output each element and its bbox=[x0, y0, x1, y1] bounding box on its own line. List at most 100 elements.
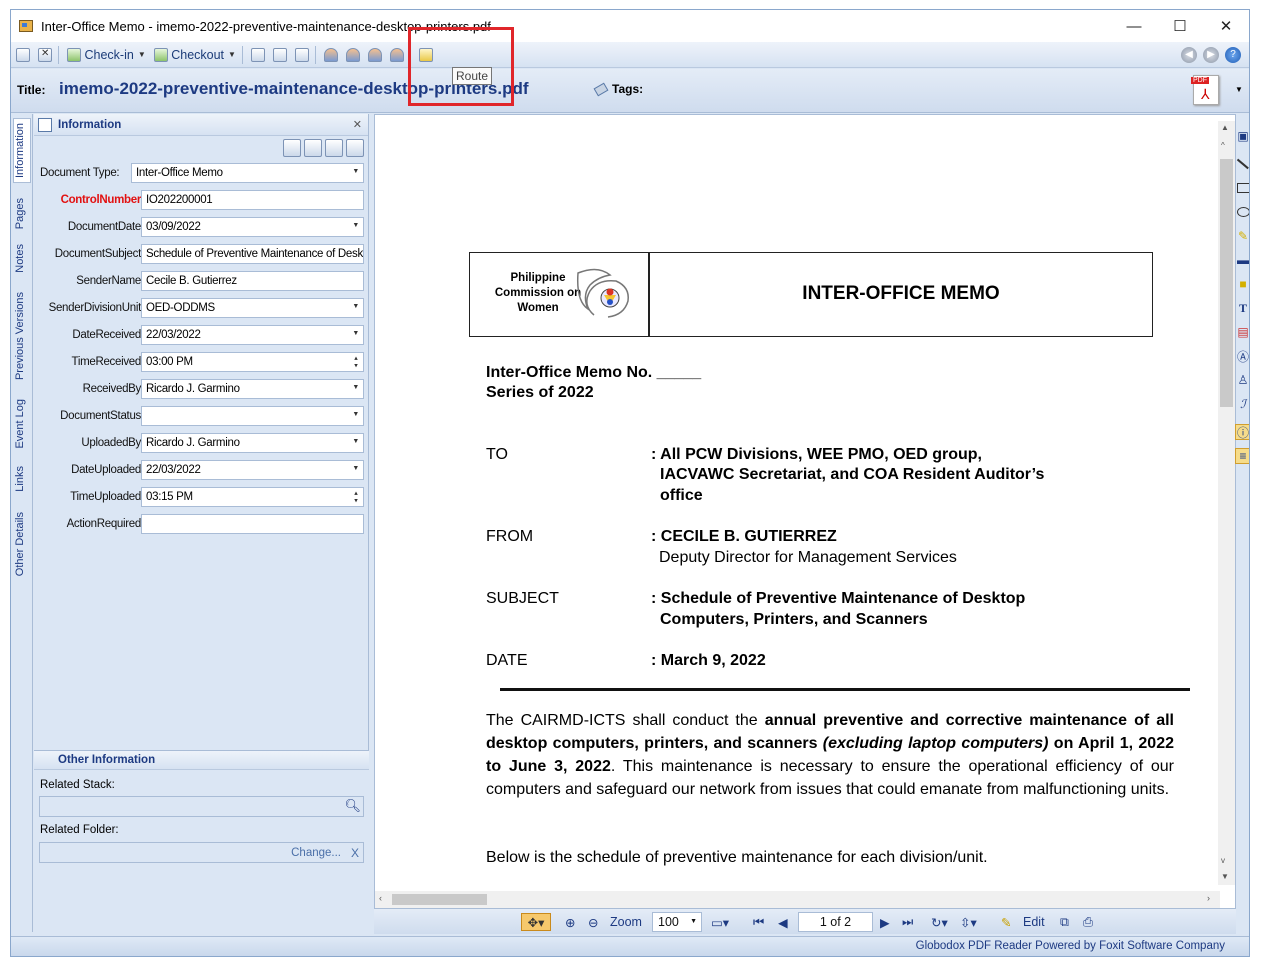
tab-other-details[interactable]: Other Details bbox=[14, 512, 26, 576]
pdf-toolbar: ✥▾ ⊕ ⊖ Zoom 100 ▼ ▭▾ ⏮ ◀ 1 of 2 ▶ ⏭ ↻▾ ⇳▾… bbox=[374, 908, 1236, 934]
save-toolbar-button[interactable] bbox=[13, 44, 33, 66]
next-page-icon[interactable]: ▶ bbox=[880, 913, 890, 931]
strikeout-icon[interactable]: ▬ bbox=[1235, 252, 1249, 268]
close-doc-button[interactable] bbox=[35, 44, 55, 66]
zoom-select[interactable]: 100 ▼ bbox=[652, 912, 702, 932]
list-view-icon[interactable] bbox=[325, 139, 343, 157]
first-page-icon[interactable]: ⏮ bbox=[753, 913, 764, 931]
sender-name-label: SenderName bbox=[76, 275, 141, 287]
copy-icon[interactable]: ⧉ bbox=[1060, 913, 1069, 931]
previous-page-icon[interactable]: ◀ bbox=[778, 913, 788, 931]
maximize-button[interactable]: ☐ bbox=[1157, 10, 1203, 42]
change-folder-link[interactable]: Change... bbox=[291, 847, 341, 859]
tab-information[interactable]: Information bbox=[13, 118, 31, 184]
snapshot-icon[interactable]: ▣ bbox=[1235, 128, 1249, 144]
minimize-button[interactable]: — bbox=[1111, 10, 1157, 42]
page-layout-icon[interactable]: ⇳▾ bbox=[960, 913, 977, 931]
document-subject-input[interactable]: Schedule of Preventive Maintenance of De… bbox=[141, 244, 364, 264]
close-icon[interactable]: ✕ bbox=[353, 118, 362, 131]
user-action-1-button[interactable] bbox=[321, 44, 341, 66]
info-icon[interactable]: ⓘ bbox=[1235, 424, 1249, 440]
sender-division-unit-label: SenderDivisionUnit bbox=[48, 302, 142, 314]
search-icon[interactable]: 🔍︎ bbox=[344, 798, 361, 814]
zoom-out-icon[interactable]: ⊖ bbox=[588, 913, 598, 931]
time-received-input[interactable]: 03:00 PM bbox=[141, 352, 364, 372]
field-row: ControlNumber IO202200001 bbox=[34, 190, 369, 210]
edit-label[interactable]: Edit bbox=[1023, 913, 1045, 931]
ellipse-tool-icon[interactable] bbox=[1235, 204, 1249, 220]
rotate-icon[interactable]: ↻▾ bbox=[931, 913, 948, 931]
zoom-in-icon[interactable]: ⊕ bbox=[565, 913, 575, 931]
separator-rule bbox=[500, 688, 1190, 691]
signature-stamp-icon[interactable]: ♙ bbox=[1235, 372, 1249, 388]
related-folder-field[interactable]: Change... X bbox=[39, 842, 364, 863]
stamp-icon[interactable]: ▤ bbox=[1235, 324, 1249, 340]
tab-notes[interactable]: Notes bbox=[14, 244, 26, 273]
date-uploaded-input[interactable]: 22/03/2022 bbox=[141, 460, 364, 480]
fit-page-icon[interactable]: ▭▾ bbox=[711, 913, 729, 931]
document-date-label: DocumentDate bbox=[67, 221, 141, 233]
forward-icon[interactable]: ▶ bbox=[1203, 46, 1219, 63]
print-button[interactable] bbox=[248, 44, 268, 66]
chevron-down-icon[interactable]: ▼ bbox=[1235, 85, 1243, 94]
line-tool-icon[interactable] bbox=[1235, 156, 1249, 172]
sender-division-unit-input[interactable]: OED-ODDMS bbox=[141, 298, 364, 318]
date-received-input[interactable]: 22/03/2022 bbox=[141, 325, 364, 345]
vertical-scrollbar[interactable]: ▲ ^ v ▼ bbox=[1218, 121, 1235, 885]
grid-view-icon[interactable] bbox=[346, 139, 364, 157]
uploaded-by-input[interactable]: Ricardo J. Garmino bbox=[141, 433, 364, 453]
edit-icon[interactable]: ✎ bbox=[1001, 913, 1011, 931]
close-button[interactable]: ✕ bbox=[1203, 10, 1249, 42]
document-type-select[interactable]: Inter-Office Memo bbox=[131, 163, 364, 183]
date-label: DATE bbox=[486, 652, 528, 669]
sticky-note-icon[interactable]: ■ bbox=[1235, 276, 1249, 292]
user-share-icon bbox=[389, 47, 404, 62]
tab-previous-versions[interactable]: Previous Versions bbox=[14, 292, 26, 380]
memo-title: INTER-OFFICE MEMO bbox=[802, 283, 1000, 304]
undo-icon[interactable] bbox=[304, 139, 322, 157]
field-row: DocumentStatus bbox=[34, 406, 369, 426]
signature-icon[interactable]: ℐ bbox=[1235, 396, 1249, 412]
received-by-input[interactable]: Ricardo J. Garmino bbox=[141, 379, 364, 399]
user-action-3-button[interactable] bbox=[365, 44, 385, 66]
document-status-input[interactable] bbox=[141, 406, 364, 426]
tab-event-log[interactable]: Event Log bbox=[14, 399, 26, 449]
tags-label[interactable]: Tags: bbox=[612, 82, 643, 96]
user-action-4-button[interactable] bbox=[387, 44, 407, 66]
clear-folder-button[interactable]: X bbox=[351, 846, 359, 860]
highlighter-icon[interactable]: ✎ bbox=[1235, 228, 1249, 244]
pdf-file-icon[interactable]: PDF ⅄ bbox=[1191, 75, 1219, 105]
document-date-input[interactable]: 03/09/2022 bbox=[141, 217, 364, 237]
last-page-icon[interactable]: ⏭ bbox=[902, 913, 913, 931]
back-icon[interactable]: ◀ bbox=[1181, 46, 1197, 63]
horizontal-scrollbar[interactable]: ‹ › bbox=[375, 891, 1220, 908]
text-tool-icon[interactable]: T bbox=[1235, 300, 1249, 316]
pdf-page: Philippine Commission on Women INTER-OFF… bbox=[375, 115, 1220, 893]
related-stack-field[interactable]: 🔍︎ bbox=[39, 796, 364, 817]
print-icon[interactable]: ⎙ bbox=[1083, 913, 1093, 931]
checkin-button[interactable]: Check-in ▼ bbox=[64, 44, 149, 66]
checkout-button[interactable]: Checkout ▼ bbox=[151, 44, 239, 66]
control-number-input[interactable]: IO202200001 bbox=[141, 190, 364, 210]
action-required-input[interactable] bbox=[141, 514, 364, 534]
email-button[interactable] bbox=[270, 44, 290, 66]
tab-links[interactable]: Links bbox=[14, 466, 26, 492]
pdf-viewer[interactable]: Philippine Commission on Women INTER-OFF… bbox=[374, 114, 1236, 909]
user-action-2-button[interactable] bbox=[343, 44, 363, 66]
app-window: Inter-Office Memo - imemo-2022-preventiv… bbox=[10, 9, 1250, 957]
typewriter-icon[interactable]: Ⓐ bbox=[1235, 348, 1249, 364]
time-uploaded-input[interactable]: 03:15 PM bbox=[141, 487, 364, 507]
comments-icon[interactable]: ≡ bbox=[1235, 448, 1249, 464]
tab-pages[interactable]: Pages bbox=[14, 198, 26, 229]
scan-button[interactable] bbox=[292, 44, 312, 66]
to-line1: : All PCW Divisions, WEE PMO, OED group, bbox=[651, 446, 982, 463]
pan-tool-icon[interactable]: ✥▾ bbox=[521, 913, 551, 931]
save-icon[interactable] bbox=[283, 139, 301, 157]
sender-name-input[interactable]: Cecile B. Gutierrez bbox=[141, 271, 364, 291]
action-required-label: ActionRequired bbox=[66, 518, 142, 530]
help-icon[interactable]: ? bbox=[1225, 46, 1241, 63]
page-number-input[interactable]: 1 of 2 bbox=[798, 912, 873, 932]
user-check-icon bbox=[367, 47, 382, 62]
rectangle-tool-icon[interactable] bbox=[1235, 180, 1249, 196]
uploaded-by-label: UploadedBy bbox=[81, 437, 141, 449]
